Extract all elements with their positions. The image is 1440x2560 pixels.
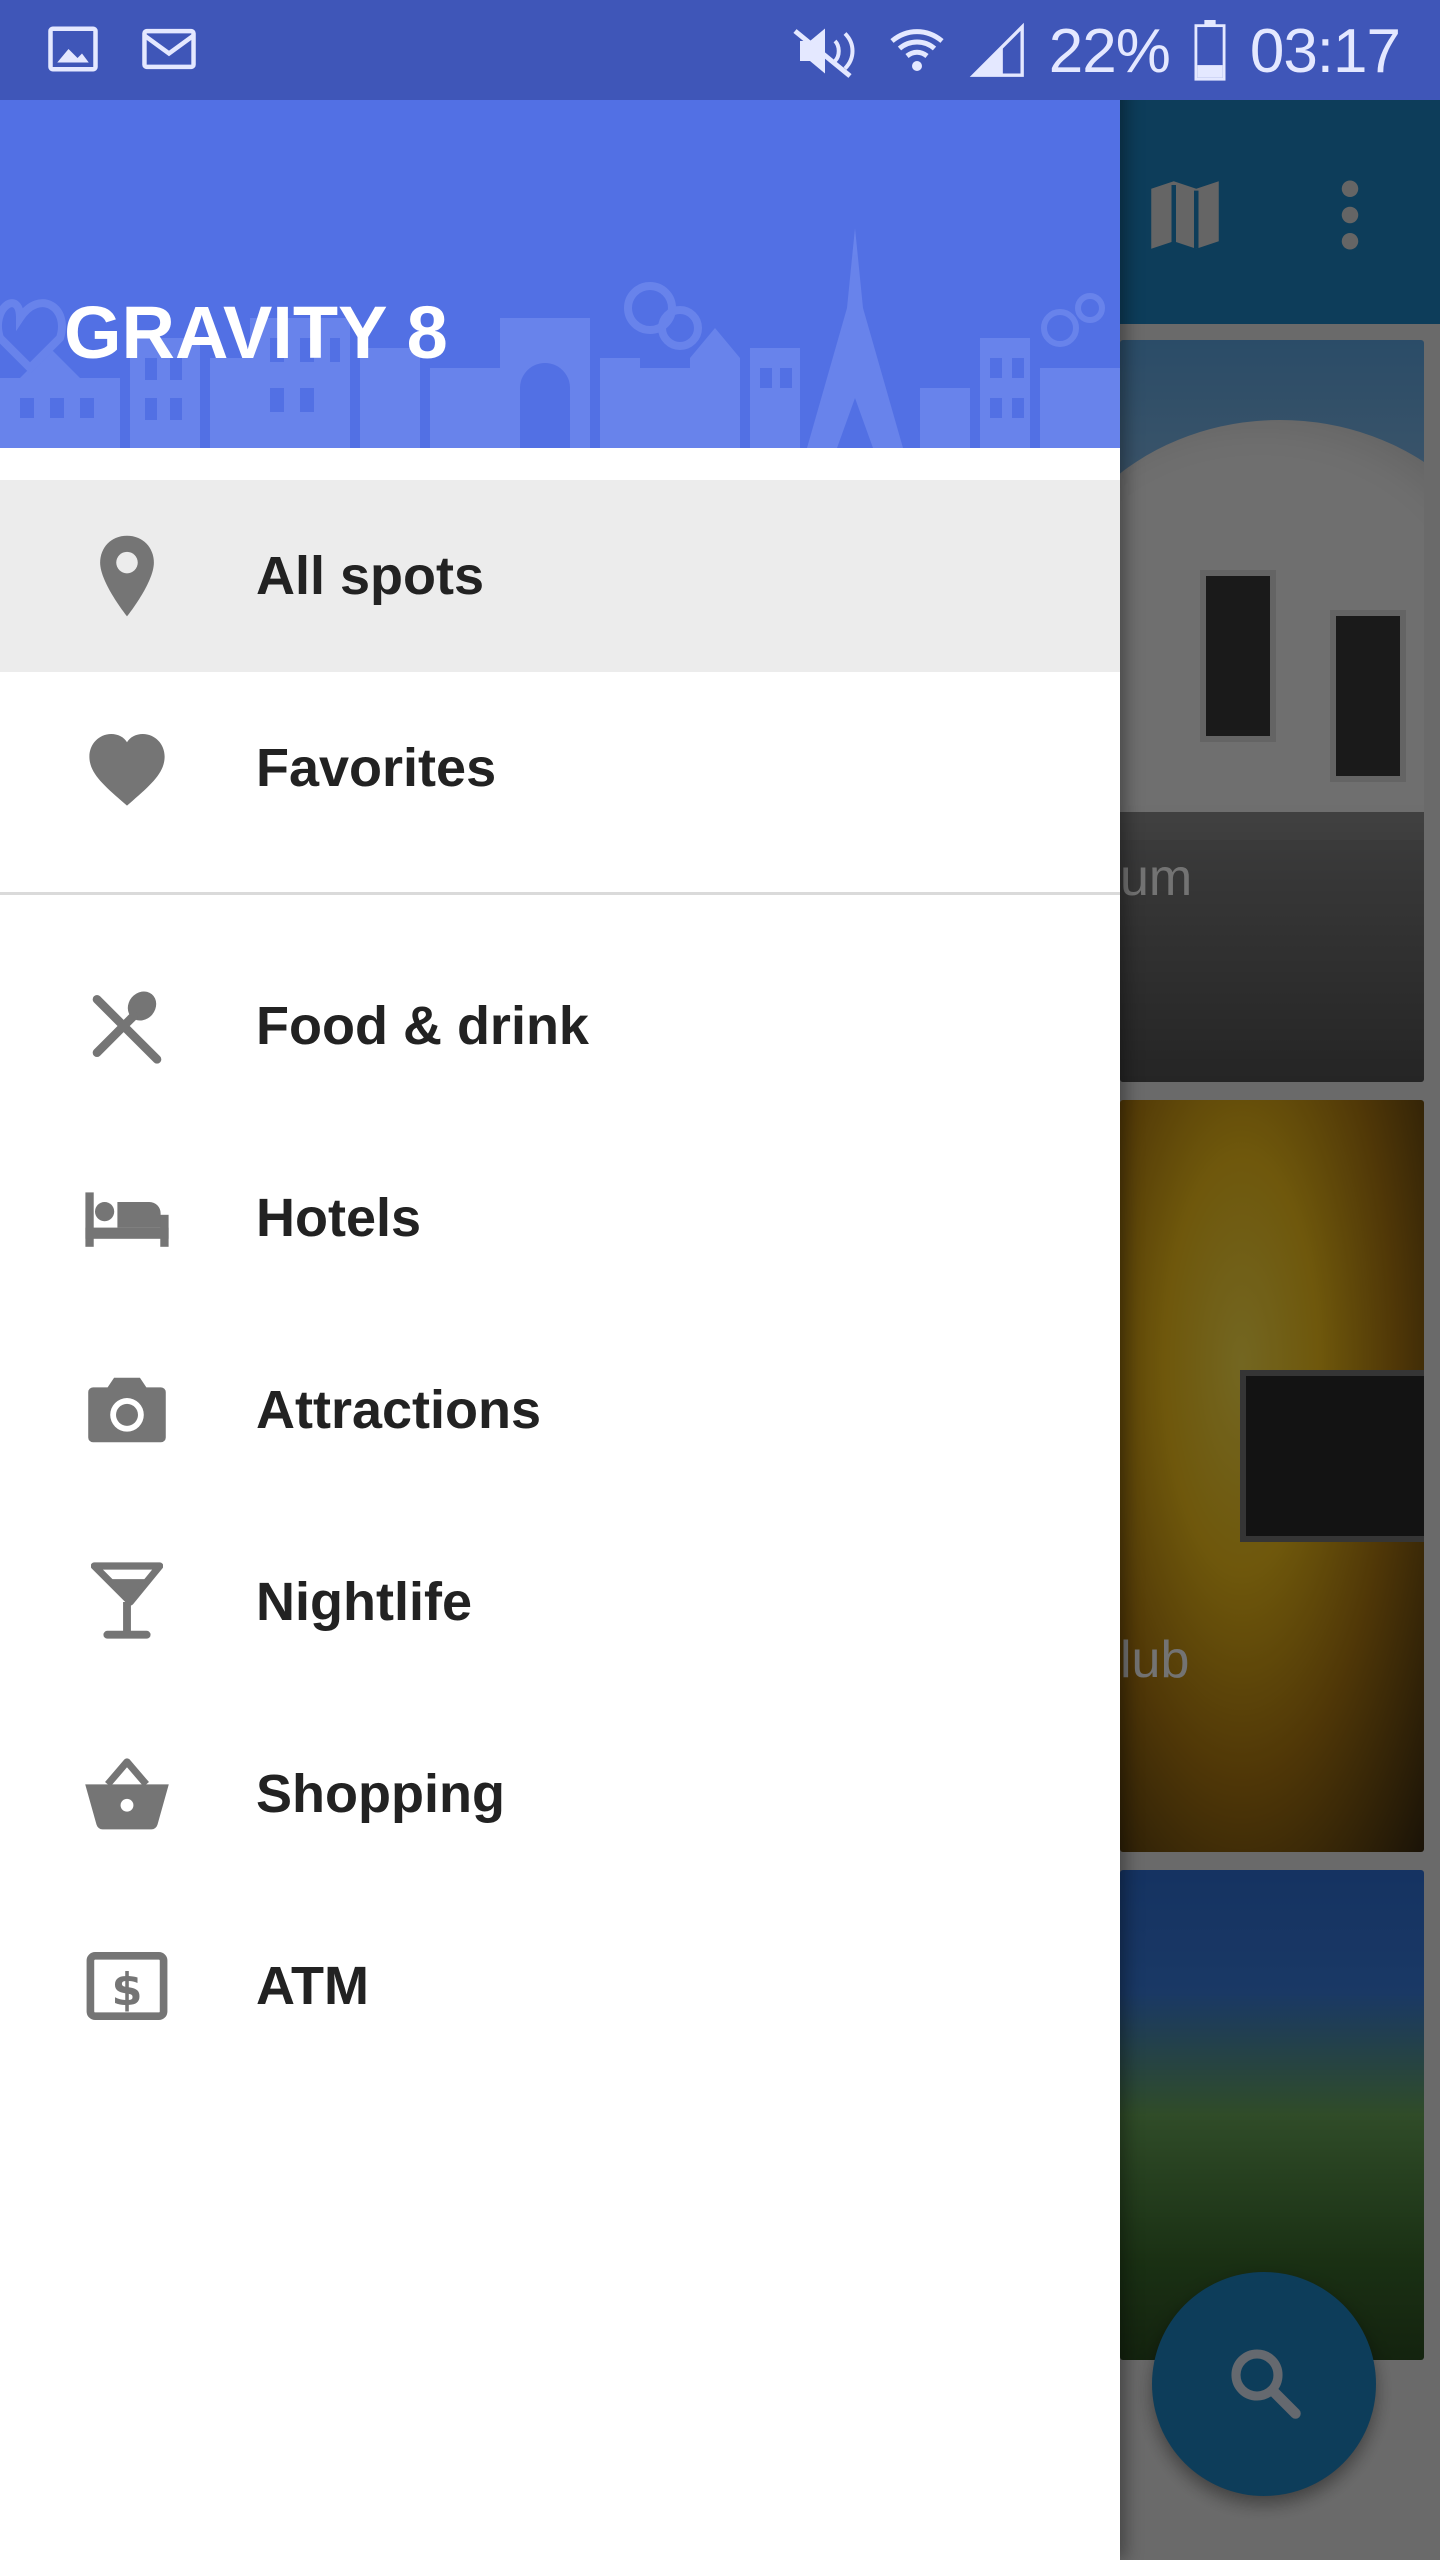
bed-icon <box>82 1173 172 1263</box>
nav-item-label: Shopping <box>256 1764 505 1824</box>
nav-item-label: Food & drink <box>256 996 589 1056</box>
nav-item-label: Hotels <box>256 1188 422 1248</box>
nav-item-shopping[interactable]: Shopping <box>0 1698 1120 1890</box>
nav-item-label: Attractions <box>256 1380 542 1440</box>
camera-icon <box>82 1365 172 1455</box>
signal-icon <box>969 22 1027 80</box>
cocktail-icon <box>82 1557 172 1647</box>
svg-text:$: $ <box>112 1964 143 2016</box>
nav-item-hotels[interactable]: Hotels <box>0 1122 1120 1314</box>
map-pin-icon <box>82 531 172 621</box>
basket-icon <box>82 1749 172 1839</box>
drawer-divider <box>0 892 1120 895</box>
fork-spoon-icon <box>82 981 172 1071</box>
nav-item-label: All spots <box>256 546 485 606</box>
clock: 03:17 <box>1249 16 1401 86</box>
nav-item-food-drink[interactable]: Food & drink <box>0 930 1120 1122</box>
wifi-icon <box>887 21 947 81</box>
nav-item-atm[interactable]: $ ATM <box>0 1890 1120 2082</box>
mute-icon <box>785 21 865 81</box>
image-icon <box>46 22 100 76</box>
nav-item-attractions[interactable]: Attractions <box>0 1314 1120 1506</box>
dollar-bill-icon: $ <box>82 1941 172 2031</box>
battery-icon <box>1192 20 1228 82</box>
screen: um lub <box>0 0 1440 2560</box>
nav-item-label: Nightlife <box>256 1572 472 1632</box>
nav-item-label: ATM <box>256 1956 369 2016</box>
status-bar: 22% 03:17 <box>0 0 1440 100</box>
battery-percent: 22% <box>1048 16 1171 86</box>
nav-item-all-spots[interactable]: All spots <box>0 480 1120 672</box>
mail-icon <box>140 22 198 76</box>
app-title: GRAVITY 8 <box>64 291 448 374</box>
navigation-drawer: GRAVITY 8 All spots Favorites Food & dri… <box>0 0 1120 2560</box>
heart-icon <box>82 723 172 813</box>
nav-item-favorites[interactable]: Favorites <box>0 672 1120 864</box>
nav-item-label: Favorites <box>256 738 497 798</box>
nav-item-nightlife[interactable]: Nightlife <box>0 1506 1120 1698</box>
